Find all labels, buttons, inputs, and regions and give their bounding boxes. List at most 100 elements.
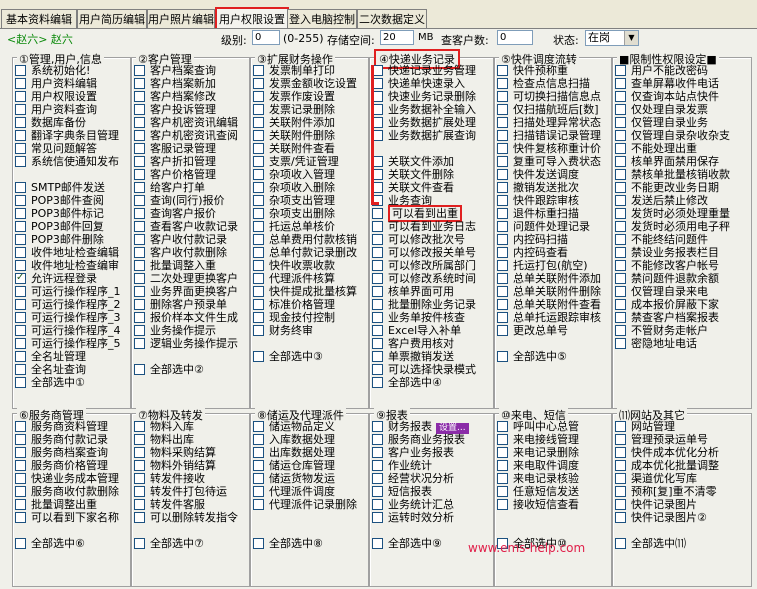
permission-item[interactable]: 不管财务走帐户: [615, 324, 749, 337]
checkbox[interactable]: [615, 247, 626, 258]
permission-item[interactable]: 可以修改批次号: [372, 233, 491, 246]
checkbox[interactable]: [134, 156, 145, 167]
checkbox[interactable]: [253, 351, 264, 362]
checkbox[interactable]: [497, 447, 508, 458]
checkbox[interactable]: [15, 286, 26, 297]
checkbox[interactable]: [253, 421, 264, 432]
checkbox[interactable]: [15, 117, 26, 128]
permission-item[interactable]: 批量删除业务记录: [372, 298, 491, 311]
permission-item[interactable]: 财务终审: [253, 324, 366, 337]
checkbox[interactable]: [497, 460, 508, 471]
permission-item[interactable]: 可以修改所属部门: [372, 259, 491, 272]
permission-item[interactable]: 服务商收付款删除: [15, 485, 128, 498]
permission-item[interactable]: POP3邮件回复: [15, 220, 128, 233]
state-select[interactable]: 在岗 ▼: [585, 30, 639, 46]
checkbox[interactable]: [497, 325, 508, 336]
permission-item[interactable]: 给客户打单: [134, 181, 247, 194]
checkbox[interactable]: [15, 499, 26, 510]
permission-item[interactable]: 核单界面可用: [372, 285, 491, 298]
checkbox[interactable]: [372, 208, 383, 219]
permission-item[interactable]: 总单关联附件添加: [497, 272, 609, 285]
checkbox[interactable]: [497, 104, 508, 115]
checkbox[interactable]: [15, 78, 26, 89]
permission-item[interactable]: 客户价格管理: [134, 168, 247, 181]
checkbox[interactable]: [253, 273, 264, 284]
permission-item[interactable]: 服务商价格管理: [15, 459, 128, 472]
checkbox[interactable]: [497, 234, 508, 245]
checkbox[interactable]: [615, 234, 626, 245]
checkbox[interactable]: [15, 377, 26, 388]
permission-item[interactable]: 入库数据处理: [253, 433, 366, 446]
permission-item[interactable]: 托运打包(航空): [497, 259, 609, 272]
permission-item[interactable]: 常见问题解答: [15, 142, 128, 155]
permission-item[interactable]: 业务界面更换客户: [134, 285, 247, 298]
permission-item[interactable]: POP3邮件删除: [15, 233, 128, 246]
checkbox[interactable]: [134, 273, 145, 284]
permission-item[interactable]: 查看客户收款记录: [134, 220, 247, 233]
permission-item[interactable]: 接收短信查看: [497, 498, 609, 511]
checkbox[interactable]: [372, 460, 383, 471]
permission-item[interactable]: 全部选中③: [253, 350, 366, 363]
permission-item[interactable]: 可以删除转发指令: [134, 511, 247, 524]
permission-item[interactable]: 关联附件查看: [253, 142, 366, 155]
permission-item[interactable]: 发货时必须用电子秤: [615, 220, 749, 233]
stations-input[interactable]: 0: [497, 30, 533, 45]
checkbox[interactable]: [615, 273, 626, 284]
permission-item[interactable]: 服务商付款记录: [15, 433, 128, 446]
permission-item[interactable]: 客户档案查询: [134, 64, 247, 77]
checkbox[interactable]: [15, 182, 26, 193]
checkbox[interactable]: [134, 421, 145, 432]
permission-item[interactable]: 仅管理自录来电: [615, 285, 749, 298]
permission-item[interactable]: 来电记录删除: [497, 446, 609, 459]
permission-item[interactable]: 仅管理自录杂收杂支: [615, 129, 749, 142]
checkbox[interactable]: [372, 486, 383, 497]
checkbox[interactable]: [134, 65, 145, 76]
permission-item[interactable]: 复重可导入费状态: [497, 155, 609, 168]
permission-item[interactable]: 仅处理自录发票: [615, 103, 749, 116]
checkbox[interactable]: [134, 208, 145, 219]
checkbox[interactable]: [134, 195, 145, 206]
checkbox[interactable]: [615, 512, 626, 523]
permission-item[interactable]: 不能终结问题件: [615, 233, 749, 246]
checkbox[interactable]: [615, 156, 626, 167]
checkbox[interactable]: [134, 182, 145, 193]
checkbox[interactable]: [134, 91, 145, 102]
permission-item[interactable]: 报价样本文件生成: [134, 311, 247, 324]
permission-item[interactable]: 禁设业务报表栏目: [615, 246, 749, 259]
permission-item[interactable]: 扫描处理异常状态: [497, 116, 609, 129]
checkbox[interactable]: [497, 143, 508, 154]
permission-item[interactable]: 客户机密资讯编辑: [134, 116, 247, 129]
permission-item[interactable]: 删除客户预录单: [134, 298, 247, 311]
permission-item[interactable]: 快递记录业务管理: [372, 64, 491, 77]
permission-item[interactable]: 快件记录图片: [615, 498, 749, 511]
permission-item[interactable]: 成本报价屏蔽下家: [615, 298, 749, 311]
checkbox[interactable]: [372, 299, 383, 310]
checkbox[interactable]: [15, 156, 26, 167]
checkbox[interactable]: [15, 486, 26, 497]
checkbox[interactable]: [615, 221, 626, 232]
checkbox[interactable]: [372, 221, 383, 232]
checkbox[interactable]: [253, 182, 264, 193]
permission-item[interactable]: 客户业务报表: [372, 446, 491, 459]
permission-item[interactable]: 来电记录核验: [497, 472, 609, 485]
permission-item[interactable]: 不能处理出重: [615, 142, 749, 155]
permission-item[interactable]: 全名址管理: [15, 350, 128, 363]
checkbox[interactable]: [615, 421, 626, 432]
permission-item[interactable]: 业务数据扩展查询: [372, 129, 491, 142]
checkbox[interactable]: [372, 247, 383, 258]
checkbox[interactable]: [253, 473, 264, 484]
checkbox[interactable]: [372, 473, 383, 484]
permission-item[interactable]: 快速业务记录删除: [372, 90, 491, 103]
permission-item[interactable]: 关联文件查看: [372, 181, 491, 194]
permission-item[interactable]: 允许远程登录: [15, 271, 128, 285]
permission-item[interactable]: 成本优化批量调整: [615, 459, 749, 472]
checkbox[interactable]: [615, 486, 626, 497]
checkbox[interactable]: [134, 104, 145, 115]
permission-item[interactable]: 业务单按件核查: [372, 311, 491, 324]
tab-3[interactable]: 用户照片编辑: [147, 9, 215, 29]
permission-item[interactable]: 作业统计: [372, 459, 491, 472]
permission-item[interactable]: 关联附件添加: [253, 116, 366, 129]
checkbox[interactable]: [134, 130, 145, 141]
checkbox[interactable]: [15, 65, 26, 76]
permission-item[interactable]: 客户费用核对: [372, 337, 491, 350]
